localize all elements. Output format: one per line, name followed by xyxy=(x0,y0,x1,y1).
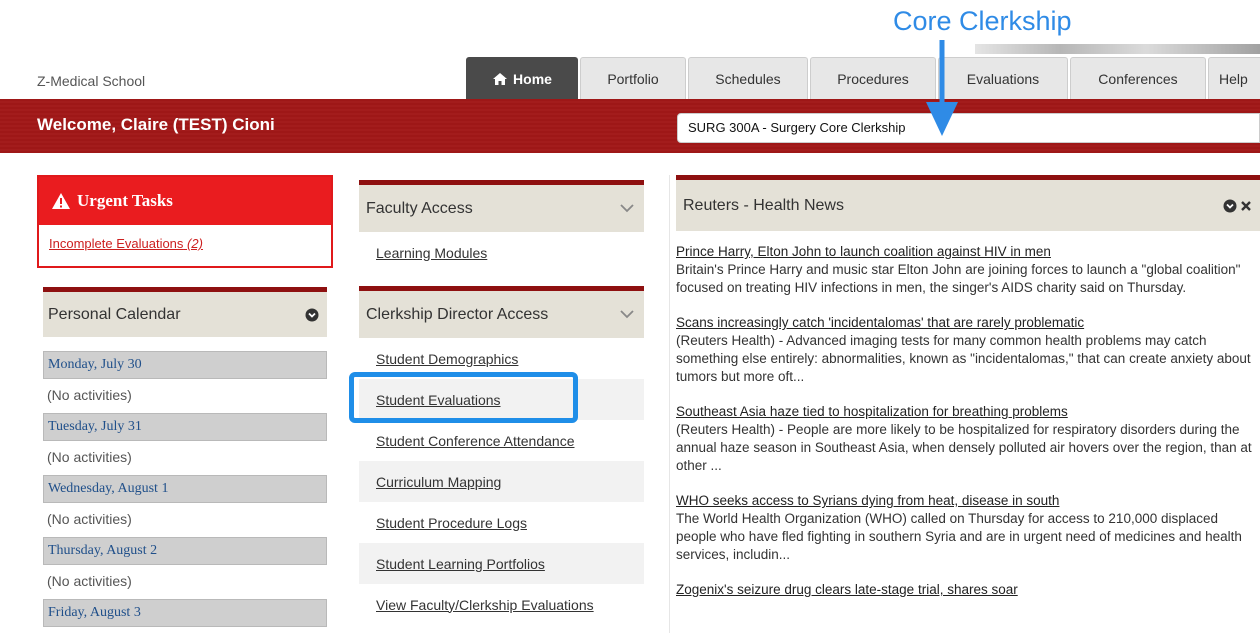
health-news-title: Reuters - Health News xyxy=(683,196,844,214)
personal-calendar-header: Personal Calendar xyxy=(43,287,327,337)
tab-schedules[interactable]: Schedules xyxy=(688,57,808,99)
urgent-tasks-title: Urgent Tasks xyxy=(77,191,173,210)
incomplete-evaluations-label: Incomplete Evaluations xyxy=(49,236,184,251)
tab-conferences-label: Conferences xyxy=(1098,70,1178,87)
header-decoration xyxy=(975,44,1260,54)
tab-portfolio-label: Portfolio xyxy=(607,70,659,87)
tab-schedules-label: Schedules xyxy=(715,70,781,87)
urgent-tasks-panel: Urgent Tasks Incomplete Evaluations (2) xyxy=(37,175,333,268)
warning-icon xyxy=(52,193,70,209)
clerkship-director-header[interactable]: Clerkship Director Access xyxy=(359,286,644,338)
news-item: Zogenix's seizure drug clears late-stage… xyxy=(676,581,1256,599)
close-icon[interactable] xyxy=(1240,200,1252,212)
annotation-arrow-icon xyxy=(926,40,958,136)
calendar-day: Monday, July 30 xyxy=(43,351,327,379)
news-item: Prince Harry, Elton John to launch coali… xyxy=(676,243,1256,297)
incomplete-evaluations-count: (2) xyxy=(187,236,203,251)
main-nav-tabs: Home Portfolio Schedules Procedures Eval… xyxy=(466,57,1260,99)
news-list: Prince Harry, Elton John to launch coali… xyxy=(670,231,1260,599)
health-news-header: Reuters - Health News xyxy=(676,175,1260,231)
chevron-down-icon xyxy=(620,204,634,213)
calendar-day-note: (No activities) xyxy=(47,449,132,465)
calendar-day: Wednesday, August 1 xyxy=(43,475,327,503)
tab-evaluations-label: Evaluations xyxy=(966,70,1040,87)
news-item: WHO seeks access to Syrians dying from h… xyxy=(676,492,1256,564)
learning-modules-link[interactable]: Learning Modules xyxy=(359,232,644,273)
health-news-panel: Reuters - Health News Prince Harry, Elto… xyxy=(669,175,1260,633)
faculty-access-header[interactable]: Faculty Access xyxy=(359,180,644,232)
student-conference-attendance-link[interactable]: Student Conference Attendance xyxy=(359,420,644,461)
incomplete-evaluations-link[interactable]: Incomplete Evaluations (2) xyxy=(49,236,331,251)
tab-help[interactable]: Help xyxy=(1208,57,1260,99)
clerkship-director-title: Clerkship Director Access xyxy=(366,305,549,323)
calendar-day: Friday, August 3 xyxy=(43,599,327,627)
expand-circle-icon[interactable] xyxy=(1223,199,1237,213)
school-name: Z-Medical School xyxy=(37,73,146,89)
tab-procedures-label: Procedures xyxy=(837,70,909,87)
news-item-title[interactable]: Prince Harry, Elton John to launch coali… xyxy=(676,243,1256,261)
urgent-tasks-header: Urgent Tasks xyxy=(39,177,331,225)
tab-home-label: Home xyxy=(513,70,552,87)
view-faculty-clerkship-evaluations-link[interactable]: View Faculty/Clerkship Evaluations xyxy=(359,584,644,625)
news-item-body: Britain's Prince Harry and music star El… xyxy=(676,262,1241,295)
news-item-title[interactable]: Southeast Asia haze tied to hospitalizat… xyxy=(676,403,1256,421)
news-item-body: The World Health Organization (WHO) call… xyxy=(676,511,1242,562)
annotation-highlight-box xyxy=(349,372,578,423)
tab-portfolio[interactable]: Portfolio xyxy=(580,57,686,99)
tab-help-label: Help xyxy=(1219,70,1248,87)
curriculum-mapping-link[interactable]: Curriculum Mapping xyxy=(359,461,644,502)
calendar-day: Tuesday, July 31 xyxy=(43,413,327,441)
news-item-title[interactable]: Zogenix's seizure drug clears late-stage… xyxy=(676,581,1256,599)
calendar-day: Thursday, August 2 xyxy=(43,537,327,565)
calendar-day-note: (No activities) xyxy=(47,573,132,589)
annotation-label: Core Clerkship xyxy=(893,6,1072,36)
calendar-day-note: (No activities) xyxy=(47,511,132,527)
news-item: Southeast Asia haze tied to hospitalizat… xyxy=(676,403,1256,475)
student-procedure-logs-link[interactable]: Student Procedure Logs xyxy=(359,502,644,543)
news-controls xyxy=(1223,199,1252,213)
student-learning-portfolios-link[interactable]: Student Learning Portfolios xyxy=(359,543,644,584)
news-item: Scans increasingly catch 'incidentalomas… xyxy=(676,314,1256,386)
news-item-body: (Reuters Health) - Advanced imaging test… xyxy=(676,333,1251,384)
tab-home[interactable]: Home xyxy=(466,57,578,99)
chevron-down-icon xyxy=(620,310,634,319)
personal-calendar-panel: Personal Calendar Monday, July 30 (No ac… xyxy=(43,287,327,630)
welcome-text: Welcome, Claire (TEST) Cioni xyxy=(37,115,275,134)
course-select[interactable]: SURG 300A - Surgery Core Clerkship xyxy=(677,113,1260,143)
faculty-access-title: Faculty Access xyxy=(366,199,473,217)
home-icon xyxy=(493,72,508,85)
calendar-day-note: (No activities) xyxy=(47,387,132,403)
personal-calendar-title: Personal Calendar xyxy=(48,305,181,323)
news-item-body: (Reuters Health) - People are more likel… xyxy=(676,422,1252,473)
expand-circle-icon[interactable] xyxy=(305,308,319,322)
calendar-list: Monday, July 30 (No activities) Tuesday,… xyxy=(43,351,327,627)
tab-conferences[interactable]: Conferences xyxy=(1070,57,1206,99)
tab-procedures[interactable]: Procedures xyxy=(810,57,936,99)
welcome-bar: Welcome, Claire (TEST) Cioni SURG 300A -… xyxy=(0,99,1260,153)
news-item-title[interactable]: Scans increasingly catch 'incidentalomas… xyxy=(676,314,1256,332)
news-item-title[interactable]: WHO seeks access to Syrians dying from h… xyxy=(676,492,1256,510)
